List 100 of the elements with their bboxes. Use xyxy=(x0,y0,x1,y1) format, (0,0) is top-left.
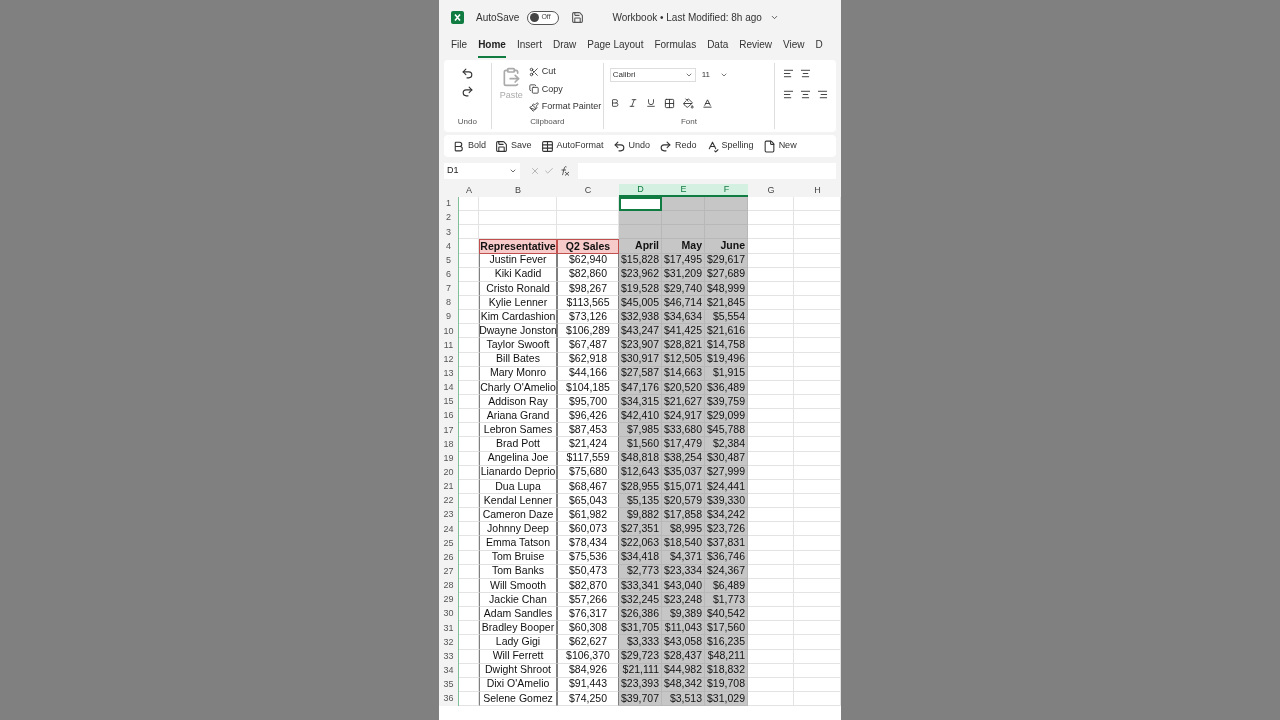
toolbar-button[interactable]: Spelling xyxy=(705,139,754,153)
fill-color-icon[interactable] xyxy=(682,97,694,109)
ribbon-tab[interactable]: Data xyxy=(707,37,729,58)
toolbar-button[interactable]: AutoFormat xyxy=(540,139,604,153)
table-cell: $5,554 xyxy=(705,310,748,325)
row-number[interactable]: 2 xyxy=(439,211,459,226)
group-label: Font xyxy=(679,116,698,128)
toolbar-button[interactable]: Bold xyxy=(452,139,486,153)
column-header[interactable]: G xyxy=(748,184,794,197)
column-header[interactable]: H xyxy=(794,184,841,197)
undo-icon[interactable] xyxy=(460,67,474,80)
table-cell: $34,242 xyxy=(705,508,748,523)
ribbon-tab[interactable]: D xyxy=(815,37,823,58)
table-cell: $17,479 xyxy=(662,437,705,452)
table-cell: Ariana Grand xyxy=(479,409,557,424)
table-cell: Lady Gigi xyxy=(479,635,557,650)
table-cell: $76,317 xyxy=(557,607,619,622)
row-number[interactable]: 25 xyxy=(439,536,459,551)
row-number[interactable]: 16 xyxy=(439,409,459,424)
table-cell: $9,389 xyxy=(662,607,705,622)
align-center-icon[interactable] xyxy=(800,89,811,100)
toolbar-button[interactable]: New xyxy=(762,139,797,153)
ribbon-tab[interactable]: Home xyxy=(478,37,506,58)
name-box[interactable]: D1 xyxy=(444,163,520,179)
font-size-dropdown[interactable]: 11 xyxy=(699,68,730,82)
column-header[interactable]: A xyxy=(459,184,479,197)
copy-button[interactable]: Copy xyxy=(528,82,602,96)
document-icon xyxy=(762,139,776,153)
borders-icon[interactable] xyxy=(663,97,675,109)
caret-icon[interactable] xyxy=(769,13,779,22)
table-cell: $60,308 xyxy=(557,621,619,636)
table-icon xyxy=(540,139,554,153)
row-number[interactable]: 4 xyxy=(439,239,459,254)
table-cell: Taylor Swooft xyxy=(479,338,557,353)
table-cell: $22,063 xyxy=(619,536,662,551)
save-icon[interactable] xyxy=(571,11,585,24)
row-number[interactable]: 17 xyxy=(439,423,459,438)
ribbon-tab[interactable]: Draw xyxy=(552,37,577,58)
table-cell: $29,099 xyxy=(705,409,748,424)
table-cell: $28,821 xyxy=(662,338,705,353)
group-label: Clipboard xyxy=(529,116,566,128)
table-cell: $40,542 xyxy=(705,607,748,622)
row-number[interactable]: 11 xyxy=(439,338,459,353)
table-cell: Lebron Sames xyxy=(479,423,557,438)
align-right-icon[interactable] xyxy=(817,89,828,100)
table-cell: Dwayne Jonston xyxy=(479,324,557,339)
row-number[interactable]: 10 xyxy=(439,324,459,339)
table-cell: $23,907 xyxy=(619,338,662,353)
ribbon-tab[interactable]: Formulas xyxy=(654,37,697,58)
column-header[interactable]: B xyxy=(479,184,557,197)
italic-icon[interactable] xyxy=(627,98,638,108)
row-number[interactable]: 32 xyxy=(439,635,459,650)
save-icon xyxy=(495,139,508,153)
column-header[interactable]: F xyxy=(705,184,748,197)
ribbon-tab[interactable]: View xyxy=(783,37,805,58)
row-number[interactable]: 24 xyxy=(439,522,459,537)
table-cell: $2,384 xyxy=(705,437,748,452)
row-number[interactable]: 9 xyxy=(439,310,459,325)
table-cell: $106,289 xyxy=(557,324,619,339)
column-header[interactable]: D xyxy=(619,184,662,197)
ribbon-tab[interactable]: File xyxy=(451,37,468,58)
font-color-icon[interactable] xyxy=(701,97,713,109)
column-header[interactable]: C xyxy=(557,184,619,197)
paintbrush-icon xyxy=(528,101,539,112)
align-left-icon[interactable] xyxy=(783,89,794,100)
toolbar-button[interactable]: Redo xyxy=(659,139,697,153)
clipboard-icon xyxy=(501,67,522,87)
cut-button[interactable]: Cut xyxy=(528,65,602,79)
row-number[interactable]: 3 xyxy=(439,225,459,240)
table-cell: Q2 Sales xyxy=(557,239,619,254)
row-number[interactable]: 31 xyxy=(439,621,459,636)
copy-icon xyxy=(528,84,539,95)
table-cell: $73,126 xyxy=(557,310,619,325)
spreadsheet-app-icon xyxy=(451,11,464,24)
autosave-label: AutoSave xyxy=(476,11,520,25)
toolbar-button[interactable]: Undo xyxy=(612,139,651,153)
ribbon-tab[interactable]: Review xyxy=(739,37,773,58)
column-header[interactable]: E xyxy=(662,184,705,197)
bold-icon[interactable] xyxy=(609,98,620,108)
format-painter-button[interactable]: Format Painter xyxy=(528,100,602,114)
table-cell: $21,616 xyxy=(705,324,748,339)
row-number[interactable]: 23 xyxy=(439,508,459,523)
caret-icon xyxy=(509,167,517,175)
ribbon-tab[interactable]: Insert xyxy=(516,37,542,58)
row-number[interactable]: 1 xyxy=(439,197,459,212)
toolbar-button[interactable]: Save xyxy=(495,139,532,153)
table-cell: April xyxy=(619,239,662,254)
redo-icon[interactable] xyxy=(460,85,474,98)
table-cell: $3,333 xyxy=(619,635,662,650)
ribbon-tab[interactable]: Page Layout xyxy=(587,37,644,58)
redo-icon xyxy=(659,139,673,153)
window-title: Workbook • Last Modified: 8h ago xyxy=(612,11,762,25)
table-cell: $67,487 xyxy=(557,338,619,353)
row-number[interactable]: 18 xyxy=(439,437,459,452)
table-cell: May xyxy=(662,239,705,254)
table-cell: $61,982 xyxy=(557,508,619,523)
font-name-dropdown[interactable]: Calibri xyxy=(609,68,696,82)
row-number[interactable]: 30 xyxy=(439,607,459,622)
table-cell: $21,424 xyxy=(557,437,619,452)
underline-icon[interactable] xyxy=(645,98,656,108)
